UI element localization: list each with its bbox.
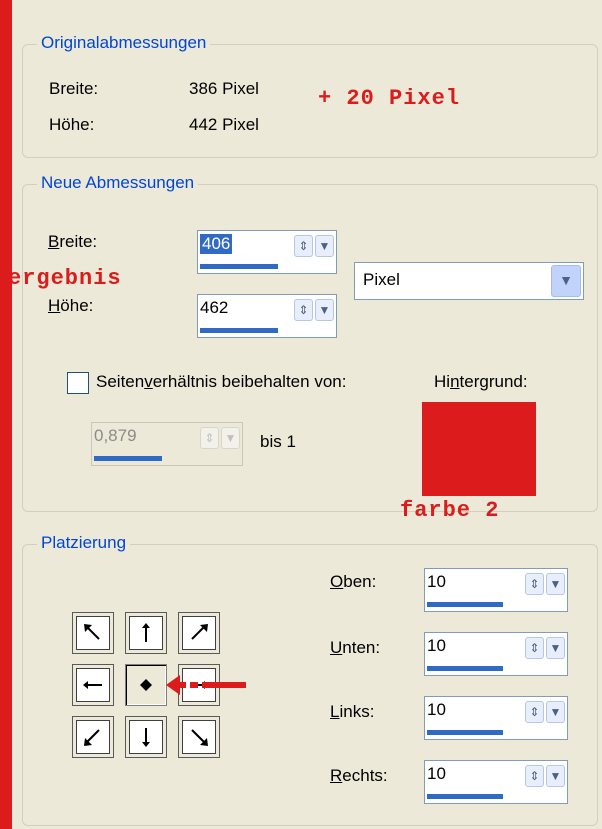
chevron-down-icon[interactable]: ▼ (546, 637, 565, 659)
top-input[interactable]: 10 (427, 572, 446, 592)
aspect-ratio-stepper: 0,879 ⇕ ▼ (91, 422, 243, 466)
chevron-down-icon[interactable]: ▼ (546, 573, 565, 595)
chevron-down-icon[interactable]: ▼ (551, 265, 581, 297)
anchor-bottom-left[interactable] (72, 716, 114, 758)
left-stepper[interactable]: 10 ⇕ ▼ (424, 696, 568, 740)
bottom-label: Unten: (330, 638, 381, 657)
left-label: Links: (330, 702, 375, 721)
original-dimensions-group: Originalabmessungen Breite: 386 Pixel Hö… (22, 33, 598, 158)
original-dimensions-legend: Originalabmessungen (37, 33, 211, 53)
new-width-bar (200, 264, 278, 269)
keep-aspect-checkbox[interactable] (67, 372, 89, 394)
chevron-down-icon[interactable]: ▼ (546, 765, 565, 787)
placement-legend: Platzierung (37, 533, 131, 553)
left-input[interactable]: 10 (427, 700, 446, 720)
annotation-color: farbe 2 (400, 498, 500, 523)
original-width-label: Breite: (49, 79, 99, 98)
new-height-stepper[interactable]: 462 ⇕ ▼ (197, 294, 337, 338)
chevron-down-icon: ▼ (221, 427, 240, 449)
bottom-bar (427, 666, 503, 671)
dialog-panel: Originalabmessungen Breite: 386 Pixel Hö… (8, 0, 602, 829)
spin-updown-icon[interactable]: ⇕ (525, 701, 544, 723)
chevron-down-icon[interactable]: ▼ (546, 701, 565, 723)
keep-aspect-label: Seitenverhältnis beibehalten von: (96, 372, 347, 391)
anchor-top[interactable] (125, 612, 167, 654)
new-height-label: Höhe: (48, 296, 94, 315)
anchor-bottom-right[interactable] (178, 716, 220, 758)
unit-select-value: Pixel (363, 270, 400, 289)
new-width-label: Breite: (48, 232, 98, 251)
background-label: Hintergrund: (434, 372, 528, 391)
arrow-up-left-icon (84, 624, 100, 640)
annotation-result: ergebnis (8, 266, 122, 291)
anchor-bottom[interactable] (125, 716, 167, 758)
anchor-top-right[interactable] (178, 612, 220, 654)
arrow-down-icon (142, 728, 150, 747)
bottom-stepper[interactable]: 10 ⇕ ▼ (424, 632, 568, 676)
arrow-up-right-icon (191, 624, 208, 640)
spin-updown-icon: ⇕ (200, 427, 219, 449)
annotation-arrow-icon (166, 675, 246, 695)
original-height-label: Höhe: (49, 115, 95, 134)
chevron-down-icon[interactable]: ▼ (315, 235, 334, 257)
diamond-icon (140, 679, 152, 691)
new-height-bar (200, 328, 278, 333)
spin-updown-icon[interactable]: ⇕ (294, 235, 313, 257)
new-height-input[interactable]: 462 (200, 298, 228, 318)
aspect-ratio-to-label: bis 1 (260, 432, 296, 451)
anchor-top-left[interactable] (72, 612, 114, 654)
spin-updown-icon[interactable]: ⇕ (525, 637, 544, 659)
right-stepper[interactable]: 10 ⇕ ▼ (424, 760, 568, 804)
right-input[interactable]: 10 (427, 764, 446, 784)
right-label: Rechts: (330, 766, 388, 785)
unit-select[interactable]: Pixel ▼ (354, 262, 584, 300)
arrow-down-right-icon (191, 729, 208, 746)
chevron-down-icon[interactable]: ▼ (315, 299, 334, 321)
anchor-left[interactable] (72, 664, 114, 706)
left-bar (427, 730, 503, 735)
original-width-value: 386 Pixel (189, 79, 259, 98)
top-bar (427, 602, 503, 607)
anchor-center[interactable] (125, 664, 167, 706)
new-width-stepper[interactable]: 406 ⇕ ▼ (197, 230, 337, 274)
aspect-ratio-input: 0,879 (94, 426, 137, 445)
bottom-input[interactable]: 10 (427, 636, 446, 656)
spin-updown-icon[interactable]: ⇕ (525, 573, 544, 595)
arrow-left-icon (83, 681, 102, 689)
background-color-swatch[interactable] (422, 402, 536, 496)
spin-updown-icon[interactable]: ⇕ (294, 299, 313, 321)
annotation-plus-pixel: + 20 Pixel (318, 86, 461, 111)
new-dimensions-legend: Neue Abmessungen (37, 173, 199, 193)
aspect-ratio-bar (94, 456, 162, 461)
right-bar (427, 794, 503, 799)
spin-updown-icon[interactable]: ⇕ (525, 765, 544, 787)
arrow-down-left-icon (84, 729, 100, 746)
new-width-input[interactable]: 406 (200, 234, 233, 254)
top-stepper[interactable]: 10 ⇕ ▼ (424, 568, 568, 612)
top-label: Oben: (330, 572, 377, 591)
original-height-value: 442 Pixel (189, 115, 259, 134)
arrow-up-icon (142, 623, 150, 642)
